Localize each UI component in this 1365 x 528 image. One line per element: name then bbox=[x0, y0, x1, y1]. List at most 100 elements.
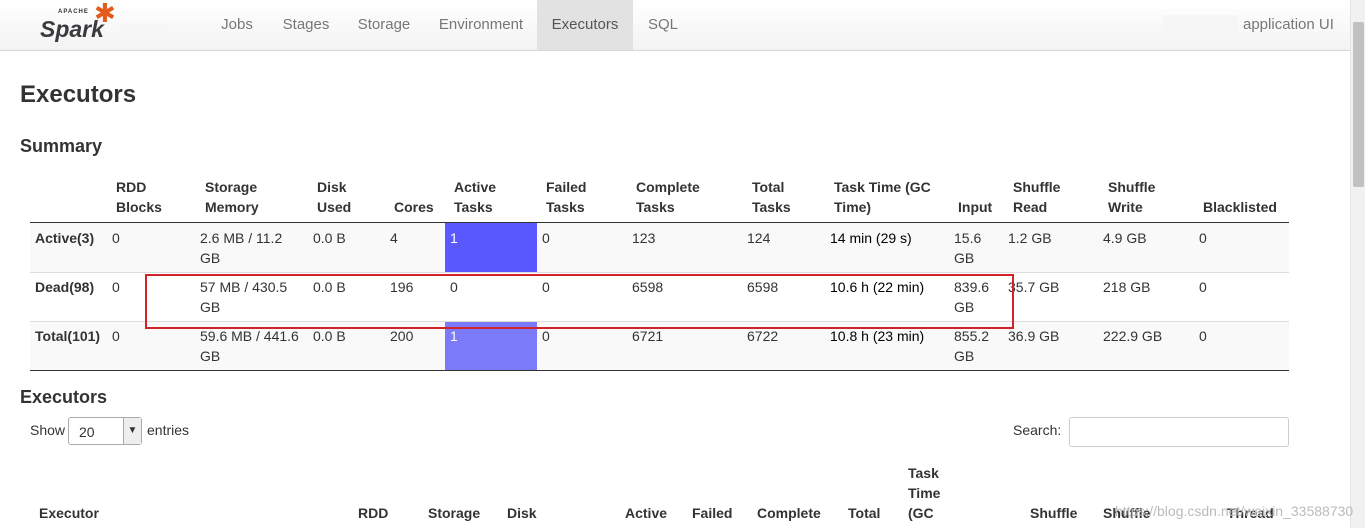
cell-line: 2.6 MB / 11.2 bbox=[200, 230, 283, 246]
page-size-select[interactable]: 20 ▼ bbox=[68, 417, 142, 445]
col-header-shuffle-read[interactable]: Shuffle bbox=[1030, 503, 1077, 523]
entries-label: entries bbox=[147, 422, 190, 438]
top-navbar: APACHE Spark ✱ Jobs Stages Storage Envir… bbox=[0, 0, 1350, 51]
header-line: Task bbox=[908, 465, 939, 481]
cell-rdd-blocks: 0 bbox=[112, 230, 120, 246]
cell-line: GB bbox=[954, 348, 975, 364]
col-header-shuffle-write[interactable]: Shuffle Write bbox=[1108, 177, 1155, 217]
cell-cores: 200 bbox=[390, 328, 414, 344]
col-header-rdd[interactable]: RDD bbox=[358, 503, 388, 523]
spark-star-icon: ✱ bbox=[94, 0, 116, 28]
cell-input: 15.6 GB bbox=[954, 228, 981, 268]
redacted-area bbox=[118, 24, 168, 40]
dead-row-highlight bbox=[145, 274, 1014, 329]
header-line: Shuffle bbox=[1013, 179, 1061, 195]
nav-tab-storage[interactable]: Storage bbox=[348, 0, 420, 50]
col-header-failed-tasks[interactable]: Failed Tasks bbox=[546, 177, 586, 217]
cell-line: 15.6 bbox=[954, 230, 982, 246]
col-header-total-tasks[interactable]: Total Tasks bbox=[752, 177, 791, 217]
cell-input: 855.2 GB bbox=[954, 326, 989, 366]
header-line: Storage bbox=[205, 179, 258, 195]
col-header-cores[interactable]: Cores bbox=[394, 197, 434, 217]
spark-logo[interactable]: APACHE Spark ✱ bbox=[38, 0, 120, 44]
scrollbar-thumb[interactable] bbox=[1353, 22, 1364, 187]
redacted-app-name bbox=[1163, 15, 1238, 31]
header-line: Time) bbox=[834, 199, 872, 215]
header-line: Disk bbox=[317, 179, 347, 195]
chevron-down-icon[interactable]: ▼ bbox=[123, 418, 141, 444]
executors-heading: Executors bbox=[20, 387, 108, 407]
row-label: Dead(98) bbox=[35, 279, 95, 295]
nav-tab-stages[interactable]: Stages bbox=[272, 0, 340, 50]
cell-shuffle-write: 4.9 GB bbox=[1103, 230, 1147, 246]
col-header-blacklisted[interactable]: Blacklisted bbox=[1203, 197, 1277, 217]
header-line: Tasks bbox=[636, 199, 675, 215]
header-line: Total bbox=[752, 179, 785, 195]
cell-failed-tasks: 0 bbox=[542, 328, 550, 344]
cell-failed-tasks: 0 bbox=[542, 230, 550, 246]
col-header-executor[interactable]: Executor bbox=[39, 503, 99, 523]
header-line: RDD bbox=[116, 179, 147, 195]
cell-storage-memory: 59.6 MB / 441.6 GB bbox=[200, 326, 299, 366]
col-header-complete-tasks[interactable]: Complete Tasks bbox=[636, 177, 700, 217]
watermark: https://blog.csdn.net/weixin_33588730 bbox=[1115, 503, 1354, 519]
col-header-task-time[interactable]: Task Time (GC bbox=[908, 463, 940, 523]
table-bottom-border bbox=[30, 370, 1289, 371]
row-divider bbox=[30, 272, 1289, 273]
col-header-input[interactable]: Input bbox=[958, 197, 992, 217]
active-tasks-bar bbox=[445, 322, 537, 370]
vertical-scrollbar[interactable] bbox=[1350, 0, 1365, 528]
page-size-value: 20 bbox=[79, 424, 95, 440]
cell-shuffle-write: 218 GB bbox=[1103, 279, 1151, 295]
search-label: Search: bbox=[1013, 422, 1062, 438]
cell-shuffle-write: 222.9 GB bbox=[1103, 328, 1163, 344]
nav-tab-sql[interactable]: SQL bbox=[640, 0, 686, 50]
header-line: Time bbox=[908, 485, 941, 501]
logo-apache-text: APACHE bbox=[58, 9, 89, 15]
cell-line: 59.6 MB / 441.6 bbox=[200, 328, 299, 344]
cell-line: GB bbox=[200, 348, 221, 364]
page-title: Executors bbox=[20, 81, 137, 108]
col-header-storage-memory[interactable]: Storage Memory bbox=[205, 177, 259, 217]
cell-blacklisted: 0 bbox=[1199, 279, 1207, 295]
col-header-total[interactable]: Total bbox=[848, 503, 880, 523]
cell-complete-tasks: 123 bbox=[632, 230, 656, 246]
cell-task-time: 14 min (29 s) bbox=[830, 230, 912, 246]
header-line: Tasks bbox=[454, 199, 493, 215]
cell-active-tasks: 1 bbox=[450, 230, 458, 246]
header-line: Blocks bbox=[116, 199, 162, 215]
header-line: Read bbox=[1013, 199, 1048, 215]
col-header-active[interactable]: Active bbox=[625, 503, 667, 523]
cell-active-tasks: 1 bbox=[450, 328, 458, 344]
header-line: Tasks bbox=[546, 199, 585, 215]
header-line: Used bbox=[317, 199, 352, 215]
cell-blacklisted: 0 bbox=[1199, 328, 1207, 344]
cell-task-time: 10.8 h (23 min) bbox=[830, 328, 925, 344]
cell-line: GB bbox=[200, 250, 221, 266]
row-label: Total(101) bbox=[35, 328, 101, 344]
header-line: Task Time (GC bbox=[834, 179, 931, 195]
col-header-task-time[interactable]: Task Time (GC Time) bbox=[834, 177, 931, 217]
search-input[interactable] bbox=[1069, 417, 1289, 447]
cell-total-tasks: 6722 bbox=[747, 328, 779, 344]
nav-tab-jobs[interactable]: Jobs bbox=[210, 0, 264, 50]
col-header-storage[interactable]: Storage bbox=[428, 503, 480, 523]
cell-rdd-blocks: 0 bbox=[112, 279, 120, 295]
nav-tab-executors[interactable]: Executors bbox=[537, 0, 633, 50]
header-line: Write bbox=[1108, 199, 1143, 215]
col-header-active-tasks[interactable]: Active Tasks bbox=[454, 177, 496, 217]
header-line: Memory bbox=[205, 199, 259, 215]
col-header-shuffle-read[interactable]: Shuffle Read bbox=[1013, 177, 1060, 217]
col-header-rdd-blocks[interactable]: RDD Blocks bbox=[116, 177, 162, 217]
col-header-failed[interactable]: Failed bbox=[692, 503, 732, 523]
cell-shuffle-read: 36.9 GB bbox=[1008, 328, 1060, 344]
col-header-disk-used[interactable]: Disk Used bbox=[317, 177, 351, 217]
cell-total-tasks: 124 bbox=[747, 230, 771, 246]
header-line: Tasks bbox=[752, 199, 791, 215]
nav-tab-environment[interactable]: Environment bbox=[429, 0, 533, 50]
col-header-complete[interactable]: Complete bbox=[757, 503, 821, 523]
cell-storage-memory: 2.6 MB / 11.2 GB bbox=[200, 228, 282, 268]
col-header-disk[interactable]: Disk bbox=[507, 503, 537, 523]
header-line: Active bbox=[454, 179, 497, 195]
show-label: Show bbox=[30, 422, 66, 438]
